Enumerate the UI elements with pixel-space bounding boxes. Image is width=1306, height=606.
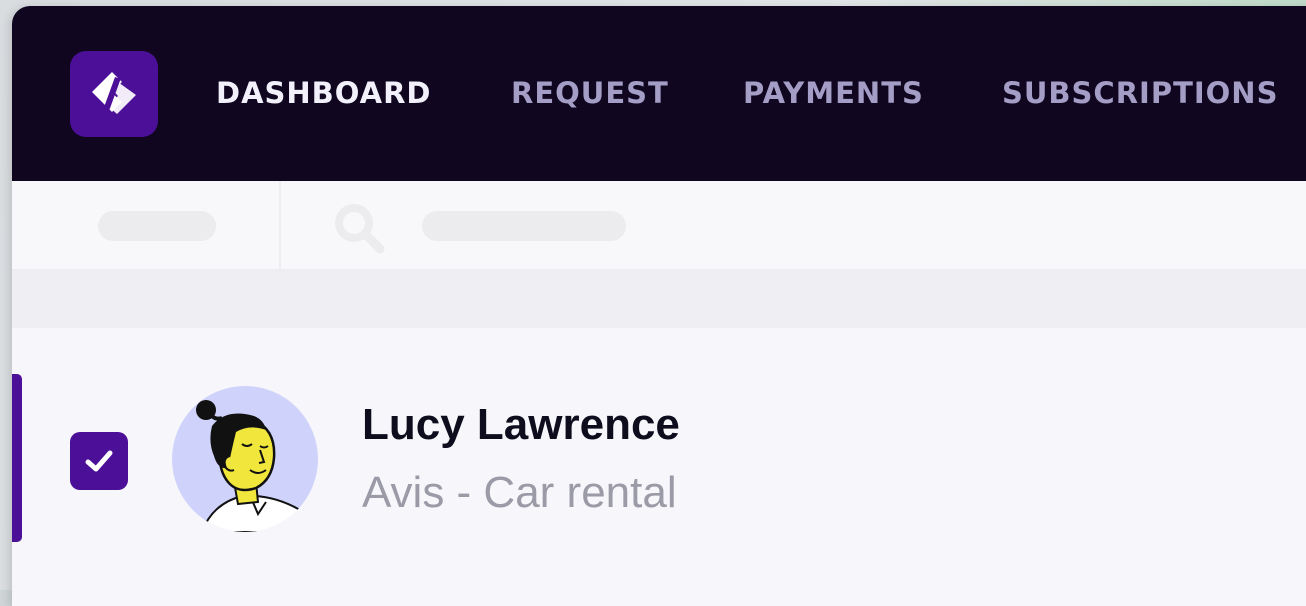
app-window: DASHBOARD REQUEST PAYMENTS SUBSCRIPTIONS xyxy=(12,6,1306,606)
contact-name: Lucy Lawrence xyxy=(362,400,680,449)
checkmark-icon xyxy=(85,450,113,472)
selection-indicator xyxy=(12,374,22,542)
list-header-band xyxy=(12,270,1306,328)
search-button[interactable] xyxy=(330,199,390,264)
search-icon xyxy=(335,204,385,254)
filter-divider xyxy=(279,181,281,269)
nav-item-payments[interactable]: PAYMENTS xyxy=(743,72,924,114)
avatar[interactable] xyxy=(172,386,318,532)
list-item[interactable]: Lucy Lawrence Avis - Car rental xyxy=(12,328,1306,606)
search-input-placeholder[interactable] xyxy=(422,211,626,241)
top-navigation-bar: DASHBOARD REQUEST PAYMENTS SUBSCRIPTIONS xyxy=(12,6,1306,181)
contact-subtitle: Avis - Car rental xyxy=(362,468,677,517)
nav-item-subscriptions[interactable]: SUBSCRIPTIONS xyxy=(1002,72,1278,114)
nav-item-request[interactable]: REQUEST xyxy=(511,72,669,114)
exchange-arrows-icon xyxy=(92,72,136,114)
filter-placeholder[interactable] xyxy=(98,211,216,241)
filter-bar xyxy=(12,181,1306,270)
app-logo[interactable] xyxy=(70,51,158,137)
person-avatar-illustration xyxy=(196,400,314,532)
row-checkbox[interactable] xyxy=(70,432,128,490)
nav-item-dashboard[interactable]: DASHBOARD xyxy=(216,72,432,114)
